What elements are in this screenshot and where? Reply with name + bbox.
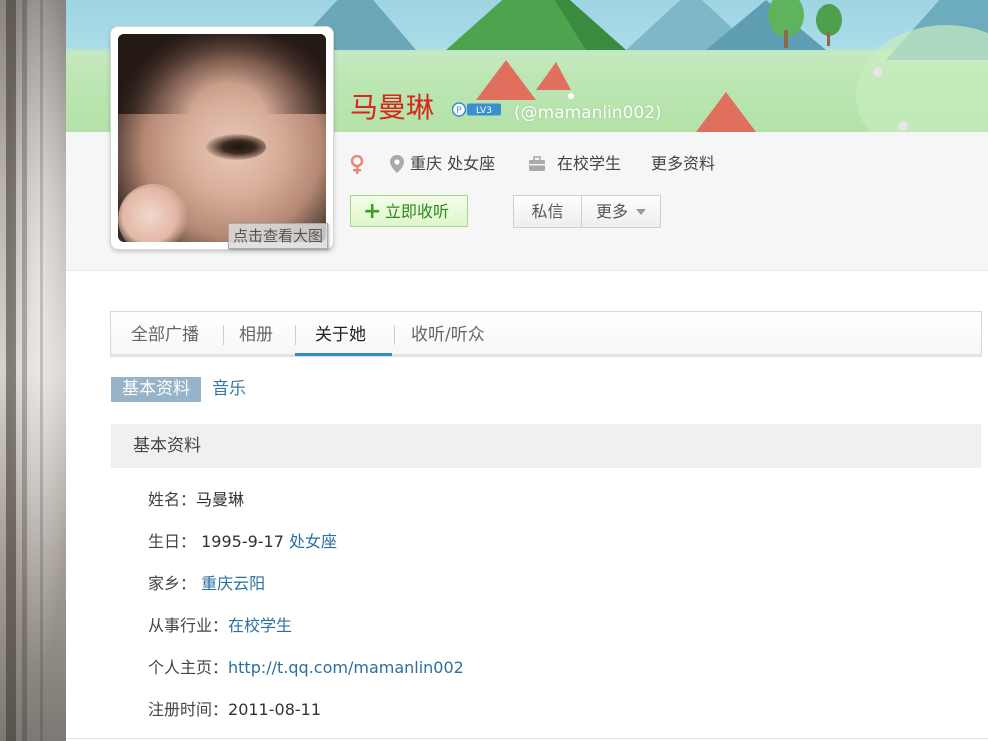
field-hometown-label: 家乡： [148,574,197,593]
tab-all-broadcasts[interactable]: 全部广播 [131,312,199,358]
avatar-image[interactable] [118,34,326,242]
chevron-down-icon [636,209,646,215]
plus-icon: + [363,199,382,224]
tab-about-her[interactable]: 关于她 [315,312,366,358]
profile-tabs: 全部广播 相册 关于她 收听/听众 [110,311,982,357]
svg-text:P: P [456,106,462,116]
field-birthday: 生日： 1995-9-17 处女座 [148,529,337,555]
field-homepage: 个人主页：http://t.qq.com/mamanlin002 [148,655,464,681]
active-tab-indicator [295,353,392,356]
section-title: 基本资料 [111,424,981,468]
field-birthday-value: 1995-9-17 [201,532,284,551]
location-pin-icon [390,155,404,173]
industry-link[interactable]: 在校学生 [228,616,292,635]
subtab-music[interactable]: 音乐 [212,377,246,402]
subtab-basic-info[interactable]: 基本资料 [111,377,201,402]
field-homepage-label: 个人主页： [148,658,229,677]
field-register-time: 注册时间：2011-08-11 [148,697,321,723]
action-button-group: 私信 更多 [513,195,661,228]
more-button-label: 更多 [596,202,629,221]
profile-location[interactable]: 重庆 处女座 [410,152,495,176]
homepage-link[interactable]: http://t.qq.com/mamanlin002 [228,658,464,677]
profile-handle: (@mamanlin002) [514,103,662,123]
field-hometown: 家乡： 重庆云阳 [148,571,265,597]
field-name-label: 姓名： [148,490,197,509]
birthday-sign-link[interactable]: 处女座 [289,532,337,551]
level-badge-icon[interactable]: P LV3 [452,102,502,117]
level-badge-text: LV3 [476,106,492,116]
field-register-label: 注册时间： [148,700,229,719]
hometown-link[interactable]: 重庆云阳 [201,574,265,593]
field-industry-label: 从事行业： [148,616,229,635]
view-large-avatar-button[interactable]: 点击查看大图 [228,223,329,249]
avatar[interactable]: 点击查看大图 [110,26,334,250]
follow-button[interactable]: + 立即收听 [350,195,468,227]
message-button[interactable]: 私信 [514,196,582,227]
profile-occupation[interactable]: 在校学生 [557,152,621,176]
page-background [0,0,66,741]
more-button[interactable]: 更多 [582,196,660,227]
follow-button-label: 立即收听 [385,202,450,221]
tab-following-followers[interactable]: 收听/听众 [411,312,485,358]
field-name: 姓名：马曼琳 [148,487,244,513]
field-industry: 从事行业：在校学生 [148,613,292,639]
tab-album[interactable]: 相册 [239,312,273,358]
field-register-value: 2011-08-11 [228,700,321,719]
briefcase-icon [529,156,545,171]
field-name-value: 马曼琳 [196,490,245,509]
more-profile-link[interactable]: 更多资料 [651,152,715,176]
field-birthday-label: 生日： [148,532,197,551]
profile-name: 马曼琳 [350,91,435,124]
female-icon [350,155,364,174]
profile-page: 点击查看大图 马曼琳 P LV3 (@mamanlin002) 重庆 处女座 在… [66,0,988,741]
